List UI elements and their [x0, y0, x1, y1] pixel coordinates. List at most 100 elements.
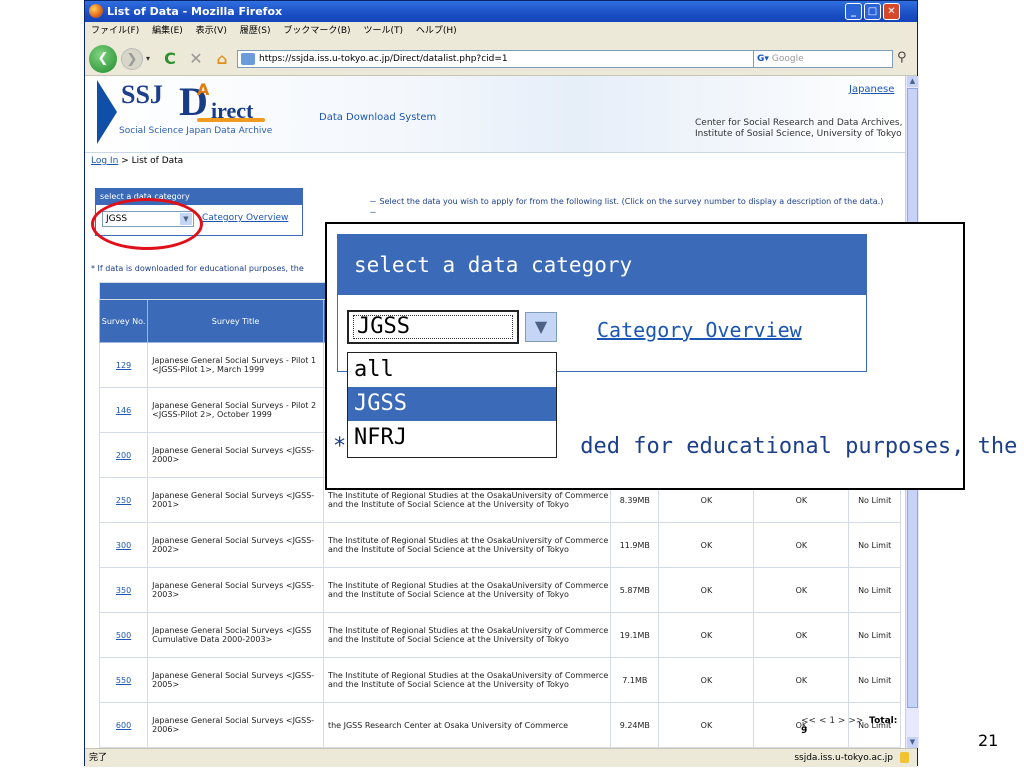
center-line-1: Center for Social Research and Data Arch… [695, 118, 903, 128]
limit-cell: No Limit [848, 567, 901, 613]
survey-number-link[interactable]: 129 [116, 361, 131, 370]
size-cell: 9.24MB [610, 702, 660, 748]
instructions-text: － Select the data you wish to apply for … [369, 197, 884, 217]
maximize-button[interactable]: □ [864, 3, 881, 20]
search-box[interactable]: G▾ Google [753, 50, 893, 68]
menu-help[interactable]: ヘルプ(H) [416, 26, 457, 36]
survey-no-cell: 500 [98, 612, 149, 658]
col-1-cell: OK [658, 567, 755, 613]
pager: << < 1 > >> Total: 9 [801, 716, 905, 736]
scroll-up-icon[interactable]: ▲ [907, 76, 918, 87]
home-icon[interactable]: ⌂ [211, 48, 233, 70]
reload-icon[interactable]: C [159, 48, 181, 70]
survey-number-link[interactable]: 250 [116, 496, 131, 505]
survey-number-link[interactable]: 500 [116, 631, 131, 640]
menu-history[interactable]: 履歴(S) [240, 26, 271, 36]
col-1-cell: OK [658, 657, 755, 703]
depositor-cell: The Institute of Regional Studies at the… [322, 522, 612, 568]
scroll-down-icon[interactable]: ▼ [907, 737, 918, 748]
slide-number: 21 [978, 731, 999, 750]
survey-no-cell: 200 [98, 432, 149, 478]
survey-number-link[interactable]: 300 [116, 541, 131, 550]
zoomed-chevron-down-icon[interactable]: ▼ [525, 312, 557, 342]
site-banner: SSJ D A irect Social Science Japan Data … [85, 76, 905, 153]
navigation-toolbar: ❮ ❯ ▾ C ✕ ⌂ https://ssjda.iss.u-tokyo.ac… [85, 41, 917, 76]
close-button[interactable]: ✕ [883, 3, 900, 20]
lock-icon [900, 752, 909, 763]
depositor-cell: the JGSS Research Center at Osaka Univer… [322, 702, 612, 748]
menu-edit[interactable]: 編集(E) [152, 26, 183, 36]
search-icon[interactable]: ⚲ [897, 50, 907, 65]
zoomed-category-select[interactable]: JGSS [347, 310, 519, 344]
zoomed-note-tail: ded for educational purposes, the [580, 434, 1018, 459]
limit-cell: No Limit [848, 657, 901, 703]
logo-a-text: A [197, 80, 210, 99]
depositor-cell: The Institute of Regional Studies at the… [322, 657, 612, 703]
menu-bookmarks[interactable]: ブックマーク(B) [283, 26, 350, 36]
center-line-2: Institute of Sosial Science, University … [695, 129, 902, 139]
history-dropdown-icon[interactable]: ▾ [143, 48, 153, 70]
size-cell: 19.1MB [610, 612, 660, 658]
forward-icon[interactable]: ❯ [121, 48, 143, 70]
survey-number-link[interactable]: 550 [116, 676, 131, 685]
menu-file[interactable]: ファイル(F) [91, 26, 139, 36]
url-bar[interactable]: https://ssjda.iss.u-tokyo.ac.jp/Direct/d… [237, 50, 797, 68]
survey-no-cell: 600 [98, 702, 149, 748]
page-icon [241, 53, 255, 65]
logo-ssj-text: SSJ [121, 80, 163, 109]
survey-no-cell: 550 [98, 657, 149, 703]
breadcrumb: Log In > List of Data [91, 156, 183, 166]
zoomed-note-star: * [333, 434, 347, 459]
dropdown-option-nfrj[interactable]: NFRJ [348, 421, 556, 455]
japanese-link[interactable]: Japanese [849, 84, 894, 95]
limit-cell: No Limit [848, 612, 901, 658]
logo-subtitle: Social Science Japan Data Archive [119, 126, 273, 136]
survey-number-link[interactable]: 146 [116, 406, 131, 415]
zoomed-category-header: select a data category [338, 235, 866, 295]
zoomed-dropdown-list: all JGSS NFRJ [347, 352, 557, 458]
zoomed-inset: select a data category JGSS ▼ Category O… [325, 222, 1017, 490]
survey-no-cell: 250 [98, 477, 149, 523]
survey-title-cell: Japanese General Social Surveys - Pilot … [147, 342, 324, 388]
survey-title-cell: Japanese General Social Surveys <JGSS-20… [147, 432, 324, 478]
system-name: Data Download System [319, 112, 437, 123]
col-1-cell: OK [658, 702, 755, 748]
survey-title-cell: Japanese General Social Surveys <JGSS-20… [147, 702, 324, 748]
depositor-cell: The Institute of Regional Studies at the… [322, 567, 612, 613]
survey-title-cell: Japanese General Social Surveys <JGSS-20… [147, 567, 324, 613]
pager-nav[interactable]: << < 1 > >> [801, 716, 863, 726]
logo-swoosh [197, 118, 265, 122]
survey-number-link[interactable]: 350 [116, 586, 131, 595]
breadcrumb-login[interactable]: Log In [91, 156, 118, 166]
google-icon[interactable]: G▾ [757, 51, 769, 67]
minimize-button[interactable]: _ [845, 3, 862, 20]
title-bar: List of Data - Mozilla Firefox _ □ ✕ [85, 1, 917, 22]
survey-no-cell: 350 [98, 567, 149, 613]
back-icon[interactable]: ❮ [89, 45, 117, 73]
survey-number-link[interactable]: 200 [116, 451, 131, 460]
menu-bar: ファイル(F) 編集(E) 表示(V) 履歴(S) ブックマーク(B) ツール(… [85, 22, 917, 41]
survey-title-cell: Japanese General Social Surveys <JGSS-20… [147, 477, 324, 523]
status-text: 完了 [89, 753, 108, 763]
size-cell: 11.9MB [610, 522, 660, 568]
zoomed-category-overview-link[interactable]: Category Overview [597, 318, 802, 342]
survey-title-cell: Japanese General Social Surveys - Pilot … [147, 387, 324, 433]
menu-view[interactable]: 表示(V) [196, 26, 227, 36]
educational-note: * If data is downloaded for educational … [91, 264, 304, 273]
dropdown-option-all[interactable]: all [348, 353, 556, 387]
table-row: 600 Japanese General Social Surveys <JGS… [98, 702, 901, 748]
menu-tools[interactable]: ツール(T) [363, 26, 403, 36]
col-2-cell: OK [753, 657, 850, 703]
survey-no-cell: 146 [98, 387, 149, 433]
category-overview-link[interactable]: Category Overview [202, 213, 288, 223]
stop-icon[interactable]: ✕ [185, 48, 207, 70]
size-cell: 7.1MB [610, 657, 660, 703]
window-title: List of Data - Mozilla Firefox [107, 5, 283, 18]
table-row: 300 Japanese General Social Surveys <JGS… [98, 522, 901, 568]
dropdown-option-jgss[interactable]: JGSS [348, 387, 556, 421]
survey-number-link[interactable]: 600 [116, 721, 131, 730]
breadcrumb-current: List of Data [131, 156, 184, 166]
status-bar: 完了 ssjda.iss.u-tokyo.ac.jp [85, 748, 917, 767]
url-text: https://ssjda.iss.u-tokyo.ac.jp/Direct/d… [259, 54, 508, 64]
logo-triangle [97, 80, 117, 144]
